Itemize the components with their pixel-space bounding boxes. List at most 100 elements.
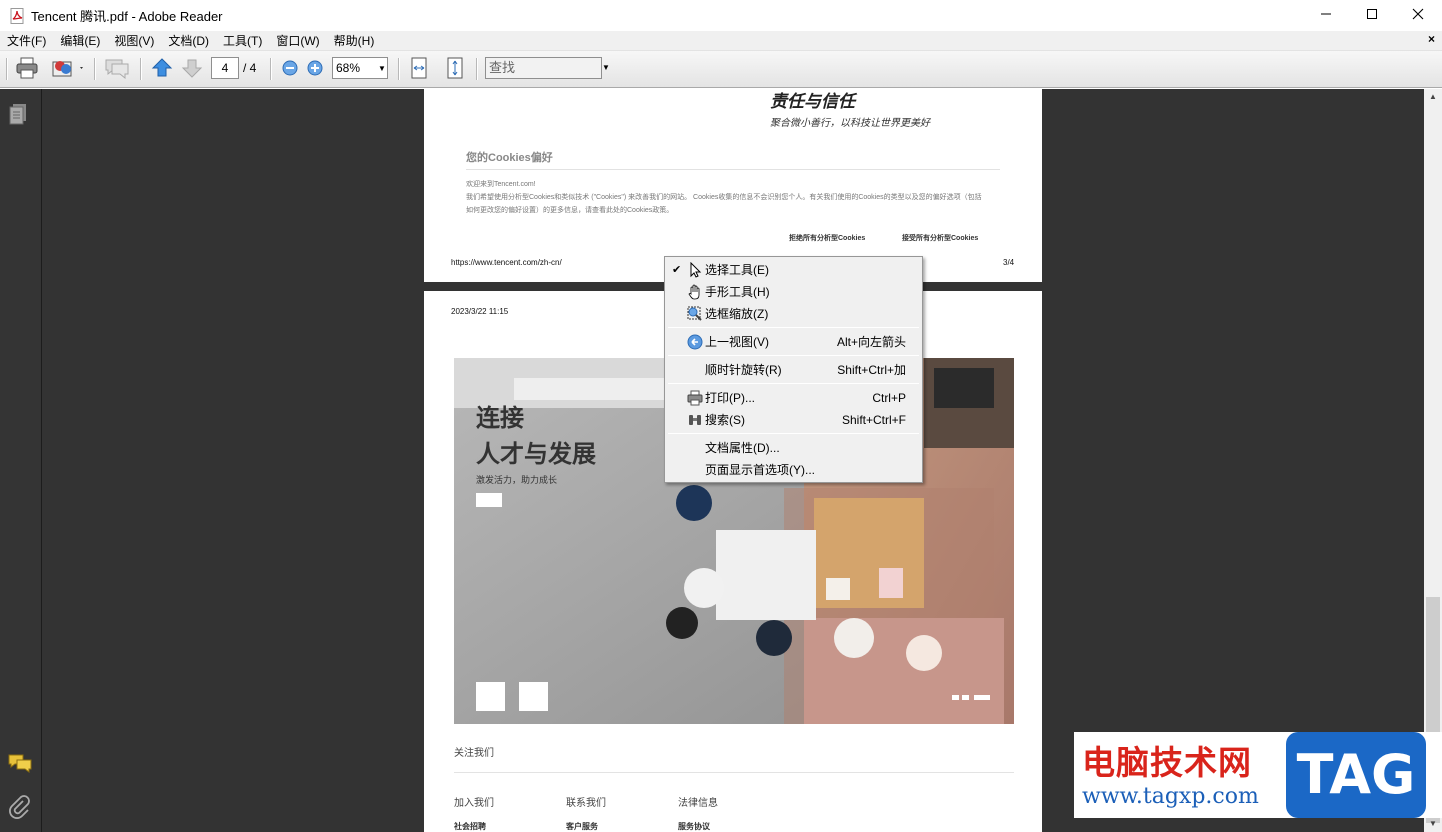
- comment-icon: [103, 57, 131, 82]
- footer-col-legal: 法律信息: [678, 798, 718, 809]
- reject-cookies-link[interactable]: 拒绝所有分析型Cookies: [789, 233, 865, 243]
- cookie-text-line: 如何更改您的偏好设置）的更多信息，请查看此处的Cookies政策。: [466, 207, 674, 214]
- arrow-cursor-icon: [687, 261, 703, 278]
- close-document-button[interactable]: ×: [1428, 32, 1435, 46]
- qr-placeholder: [519, 682, 548, 711]
- carousel-dot-active: [974, 695, 990, 700]
- vertical-scrollbar[interactable]: ▲ ▼: [1424, 89, 1442, 832]
- minimize-icon: [1320, 8, 1332, 23]
- menu-item-shortcut: Shift+Ctrl+F: [841, 412, 906, 427]
- cookie-text-line: 我们希望使用分析型Cookies和类似技术 ("Cookies") 来改善我们的…: [466, 194, 982, 201]
- menu-item-rotate-clockwise[interactable]: 顺时针旋转(R) Shift+Ctrl+加: [668, 359, 920, 380]
- hand-icon: [687, 284, 703, 300]
- next-page-button[interactable]: [180, 57, 204, 81]
- hero-line-1: 连接: [476, 404, 524, 432]
- pages-icon[interactable]: [8, 103, 30, 130]
- toolbar: 4 / 4 68% ▼ 查找 ▼: [0, 51, 1442, 88]
- menu-item-page-display-preferences[interactable]: 页面显示首选项(Y)...: [668, 459, 920, 480]
- menu-file[interactable]: 文件(F): [0, 32, 53, 50]
- email-button[interactable]: [50, 57, 86, 81]
- menu-edit[interactable]: 编辑(E): [53, 32, 107, 50]
- fit-width-icon: [409, 57, 429, 82]
- marquee-zoom-icon: [687, 306, 703, 322]
- watermark-title: 电脑技术网: [1082, 743, 1252, 782]
- carousel-dot: [952, 695, 959, 700]
- maximize-button[interactable]: [1349, 0, 1395, 31]
- divider: [466, 169, 1000, 170]
- menu-item-shortcut: Alt+向左箭头: [836, 335, 906, 349]
- menu-separator: [668, 355, 919, 356]
- comments-icon[interactable]: [8, 753, 32, 778]
- watermark-url: www.tagxp.com: [1082, 784, 1259, 809]
- cookie-title: 您的Cookies偏好: [466, 152, 553, 164]
- menu-item-previous-view[interactable]: 上一视图(V) Alt+向左箭头: [668, 331, 920, 352]
- page-number-input[interactable]: 4: [211, 57, 239, 79]
- menu-document[interactable]: 文档(D): [161, 32, 216, 50]
- zoom-out-icon: [281, 59, 299, 80]
- navigation-panel: [0, 89, 42, 832]
- footer-link: 服务协议: [678, 822, 710, 831]
- menu-separator: [668, 433, 919, 434]
- comment-button[interactable]: [102, 57, 132, 81]
- zoom-dropdown-button[interactable]: ▼: [377, 57, 388, 79]
- menu-item-label: 搜索(S): [705, 413, 745, 427]
- follow-us-label: 关注我们: [454, 748, 494, 759]
- previous-page-button[interactable]: [150, 57, 174, 81]
- window-title: Tencent 腾讯.pdf - Adobe Reader: [31, 9, 223, 24]
- menu-item-label: 上一视图(V): [705, 335, 769, 349]
- email-icon: [51, 57, 85, 82]
- context-menu: ✔ 选择工具(E) 手形工具(H) 选框缩放(Z) 上一视图(V) Alt+向左…: [664, 256, 923, 483]
- menu-item-shortcut: Shift+Ctrl+加: [837, 363, 906, 377]
- menu-bar: 文件(F) 编辑(E) 视图(V) 文档(D) 工具(T) 窗口(W) 帮助(H…: [0, 31, 1442, 51]
- page3-heading: 责任与信任: [770, 92, 855, 111]
- menu-item-label: 顺时针旋转(R): [705, 363, 782, 377]
- fit-page-button[interactable]: [444, 57, 466, 81]
- watermark-badge: TAG: [1286, 732, 1426, 818]
- next-page-icon: [181, 57, 203, 82]
- find-input[interactable]: 查找: [485, 57, 602, 79]
- menu-tools[interactable]: 工具(T): [216, 32, 269, 50]
- print-button[interactable]: [13, 57, 41, 81]
- hero-button: [476, 493, 502, 507]
- binoculars-icon: [687, 412, 703, 428]
- print-icon: [687, 390, 703, 406]
- menu-item-document-properties[interactable]: 文档属性(D)...: [668, 437, 920, 458]
- menu-item-print[interactable]: 打印(P)... Ctrl+P: [668, 387, 920, 408]
- menu-item-search[interactable]: 搜索(S) Shift+Ctrl+F: [668, 409, 920, 430]
- menu-window[interactable]: 窗口(W): [269, 32, 326, 50]
- menu-separator: [668, 327, 919, 328]
- menu-item-hand-tool[interactable]: 手形工具(H): [668, 281, 920, 302]
- menu-separator: [668, 383, 919, 384]
- footer-col-contact: 联系我们: [566, 798, 606, 809]
- page3-subheading: 聚合微小善行，以科技让世界更美好: [770, 118, 930, 129]
- zoom-out-button[interactable]: [280, 57, 300, 81]
- zoom-in-button[interactable]: [305, 57, 325, 81]
- find-dropdown-button[interactable]: ▼: [602, 57, 611, 79]
- scroll-down-icon[interactable]: ▼: [1429, 819, 1437, 828]
- menu-item-label: 页面显示首选项(Y)...: [705, 463, 815, 477]
- attachments-icon[interactable]: [8, 795, 30, 822]
- zoom-level-input[interactable]: 68%: [332, 57, 378, 79]
- close-button[interactable]: [1395, 0, 1441, 31]
- scroll-up-icon[interactable]: ▲: [1429, 92, 1437, 101]
- watermark-logo: 电脑技术网 www.tagxp.com TAG: [1074, 732, 1442, 818]
- page-date: 2023/3/22 11:15: [451, 307, 509, 316]
- menu-item-select-tool[interactable]: ✔ 选择工具(E): [668, 259, 920, 280]
- carousel-dot: [962, 695, 969, 700]
- fit-width-button[interactable]: [408, 57, 430, 81]
- print-icon: [15, 57, 39, 82]
- chevron-down-icon: ▼: [602, 63, 610, 72]
- menu-view[interactable]: 视图(V): [107, 32, 161, 50]
- close-icon: [1412, 8, 1424, 23]
- divider: [454, 772, 1014, 773]
- menu-item-label: 手形工具(H): [705, 285, 770, 299]
- accept-cookies-link[interactable]: 接受所有分析型Cookies: [902, 233, 978, 243]
- chevron-down-icon: ▼: [378, 64, 386, 73]
- menu-item-label: 文档属性(D)...: [705, 441, 780, 455]
- minimize-button[interactable]: [1303, 0, 1349, 31]
- fit-page-icon: [445, 57, 465, 82]
- menu-help[interactable]: 帮助(H): [327, 32, 382, 50]
- menu-item-marquee-zoom[interactable]: 选框缩放(Z): [668, 303, 920, 324]
- footer-link: 社会招聘: [454, 822, 486, 831]
- footer-link: 客户服务: [566, 822, 598, 831]
